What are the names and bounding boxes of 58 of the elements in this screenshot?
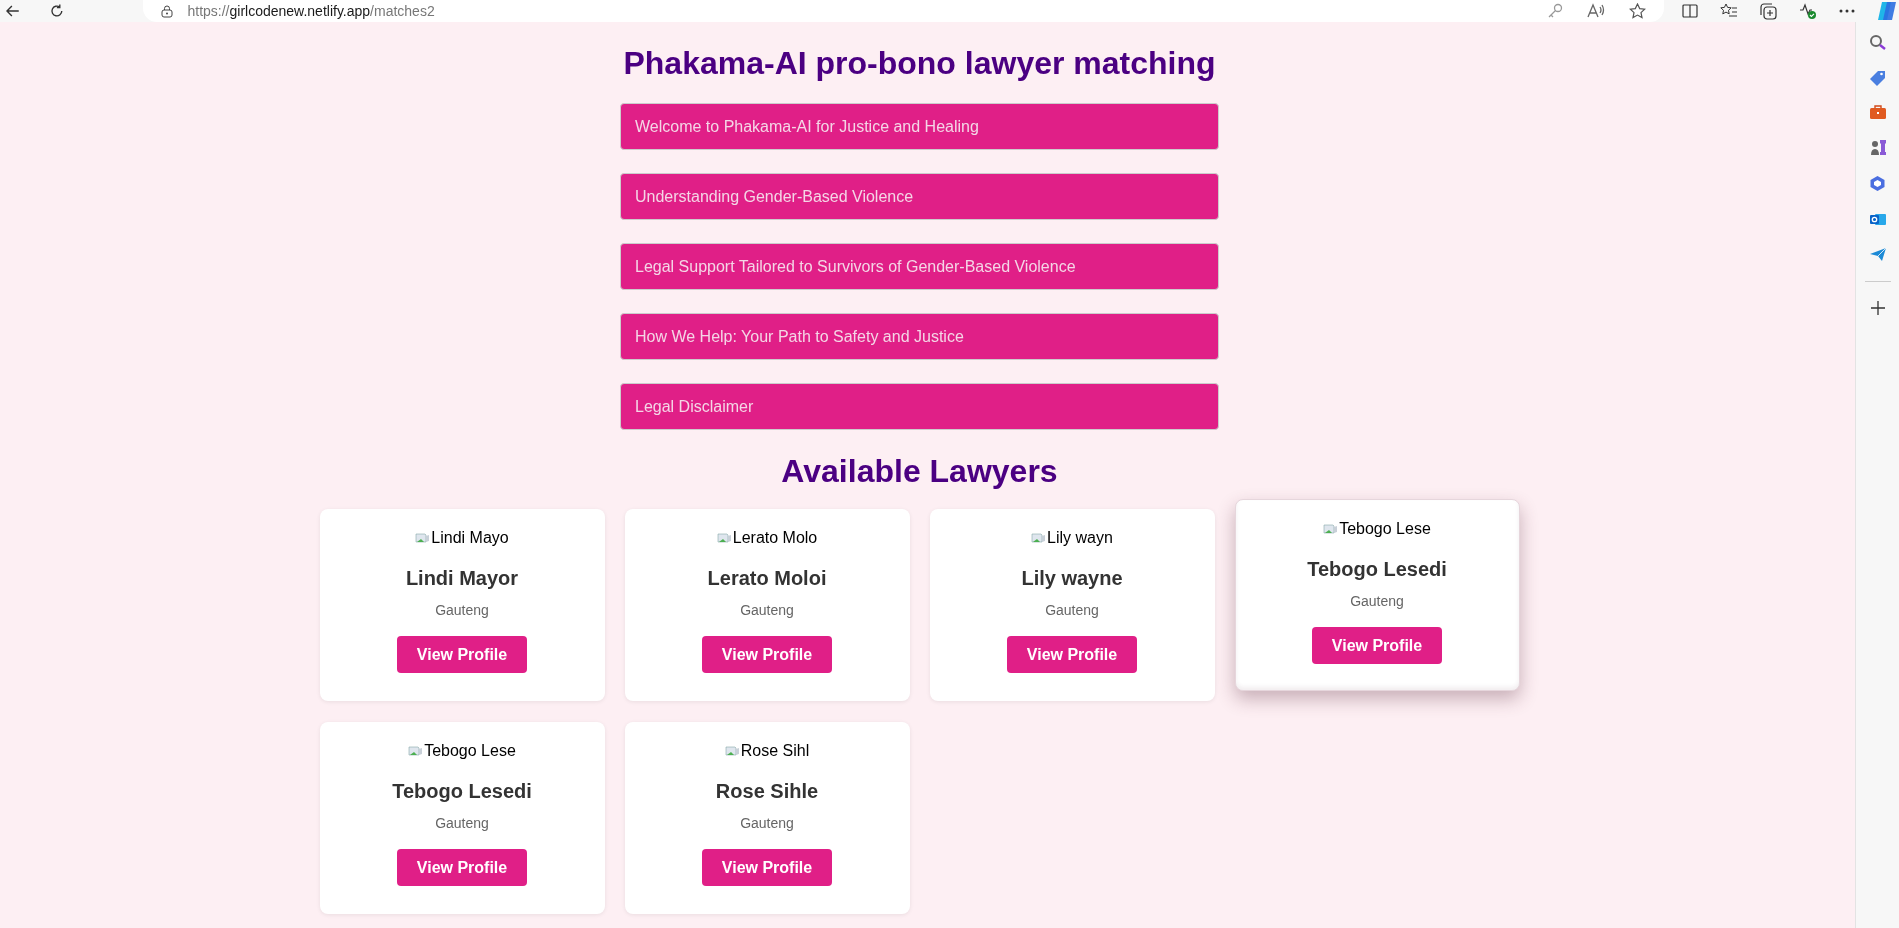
- accordion-button[interactable]: Welcome to Phakama-AI for Justice and Healing: [620, 103, 1219, 150]
- lawyer-location: Gauteng: [740, 602, 794, 618]
- view-profile-button[interactable]: View Profile: [701, 636, 833, 673]
- heartbeat-icon[interactable]: [1799, 2, 1817, 20]
- page-title: Phakama-AI pro-bono lawyer matching: [623, 44, 1216, 82]
- toolbox-icon[interactable]: [1868, 105, 1887, 120]
- view-profile-button[interactable]: View Profile: [701, 849, 833, 886]
- image-alt-text: Lindi Mayo: [431, 529, 509, 547]
- address-text: https://girlcodenew.netlify.app/matches2: [187, 1, 435, 21]
- lawyer-location: Gauteng: [435, 815, 489, 831]
- key-icon[interactable]: [1547, 3, 1563, 19]
- collections-icon[interactable]: [1760, 2, 1777, 20]
- copilot-icon[interactable]: [1877, 1, 1899, 21]
- lawyer-name: Lindi Mayor: [405, 566, 519, 590]
- more-icon[interactable]: [1839, 9, 1855, 13]
- read-aloud-icon[interactable]: [1587, 3, 1605, 19]
- broken-image-icon: [1323, 521, 1340, 537]
- tag-icon[interactable]: [1869, 70, 1886, 86]
- lawyer-name: Tebogo Lesedi: [1307, 557, 1447, 581]
- send-icon[interactable]: [1868, 247, 1887, 262]
- broken-image-icon: [1031, 530, 1048, 546]
- image-alt-text: Lerato Molo: [732, 529, 818, 547]
- image-alt-text: Lily wayn: [1047, 529, 1113, 547]
- image-alt-text: Rose Sihl: [740, 742, 810, 760]
- back-icon[interactable]: [6, 5, 20, 17]
- search-icon[interactable]: [1869, 34, 1886, 51]
- favorites-icon[interactable]: [1720, 3, 1738, 19]
- reload-icon[interactable]: [49, 4, 64, 18]
- broken-image-icon: [408, 743, 425, 759]
- lawyer-name: Rose Sihle: [715, 779, 819, 803]
- star-icon[interactable]: [1629, 3, 1646, 19]
- image-alt-text: Tebogo Lese: [1339, 520, 1431, 538]
- broken-image-icon: [415, 530, 432, 546]
- mail-icon[interactable]: [1868, 211, 1887, 228]
- lawyer-name: Lerato Moloi: [707, 566, 827, 590]
- lawyer-location: Gauteng: [1350, 593, 1404, 609]
- view-profile-button[interactable]: View Profile: [396, 849, 528, 886]
- accordion-button[interactable]: Legal Support Tailored to Survivors of Gender-Based Violence: [620, 243, 1219, 290]
- add-icon[interactable]: [1870, 301, 1885, 315]
- office-icon[interactable]: [1869, 175, 1886, 192]
- accordion-button[interactable]: Understanding Gender-Based Violence: [620, 173, 1219, 220]
- broken-image-icon: [724, 743, 741, 759]
- lawyer-location: Gauteng: [740, 815, 794, 831]
- view-profile-button[interactable]: View Profile: [1006, 636, 1138, 673]
- accordion-button[interactable]: How We Help: Your Path to Safety and Justice: [620, 313, 1219, 360]
- view-profile-button[interactable]: View Profile: [396, 636, 528, 673]
- broken-image-icon: [716, 530, 733, 546]
- image-alt-text: Tebogo Lese: [424, 742, 516, 760]
- view-profile-button[interactable]: View Profile: [1311, 627, 1443, 664]
- accordion-button[interactable]: Legal Disclaimer: [620, 383, 1219, 430]
- lawyer-location: Gauteng: [435, 602, 489, 618]
- address-bar[interactable]: https://girlcodenew.netlify.app/matches2: [143, 0, 1664, 22]
- lawyer-name: Lily wayne: [1021, 566, 1123, 590]
- lock-icon[interactable]: [161, 4, 174, 18]
- lawyer-location: Gauteng: [1045, 602, 1099, 618]
- section-heading: Available Lawyers: [781, 452, 1058, 490]
- split-screen-icon[interactable]: [1682, 3, 1698, 19]
- lawyer-name: Tebogo Lesedi: [392, 779, 532, 803]
